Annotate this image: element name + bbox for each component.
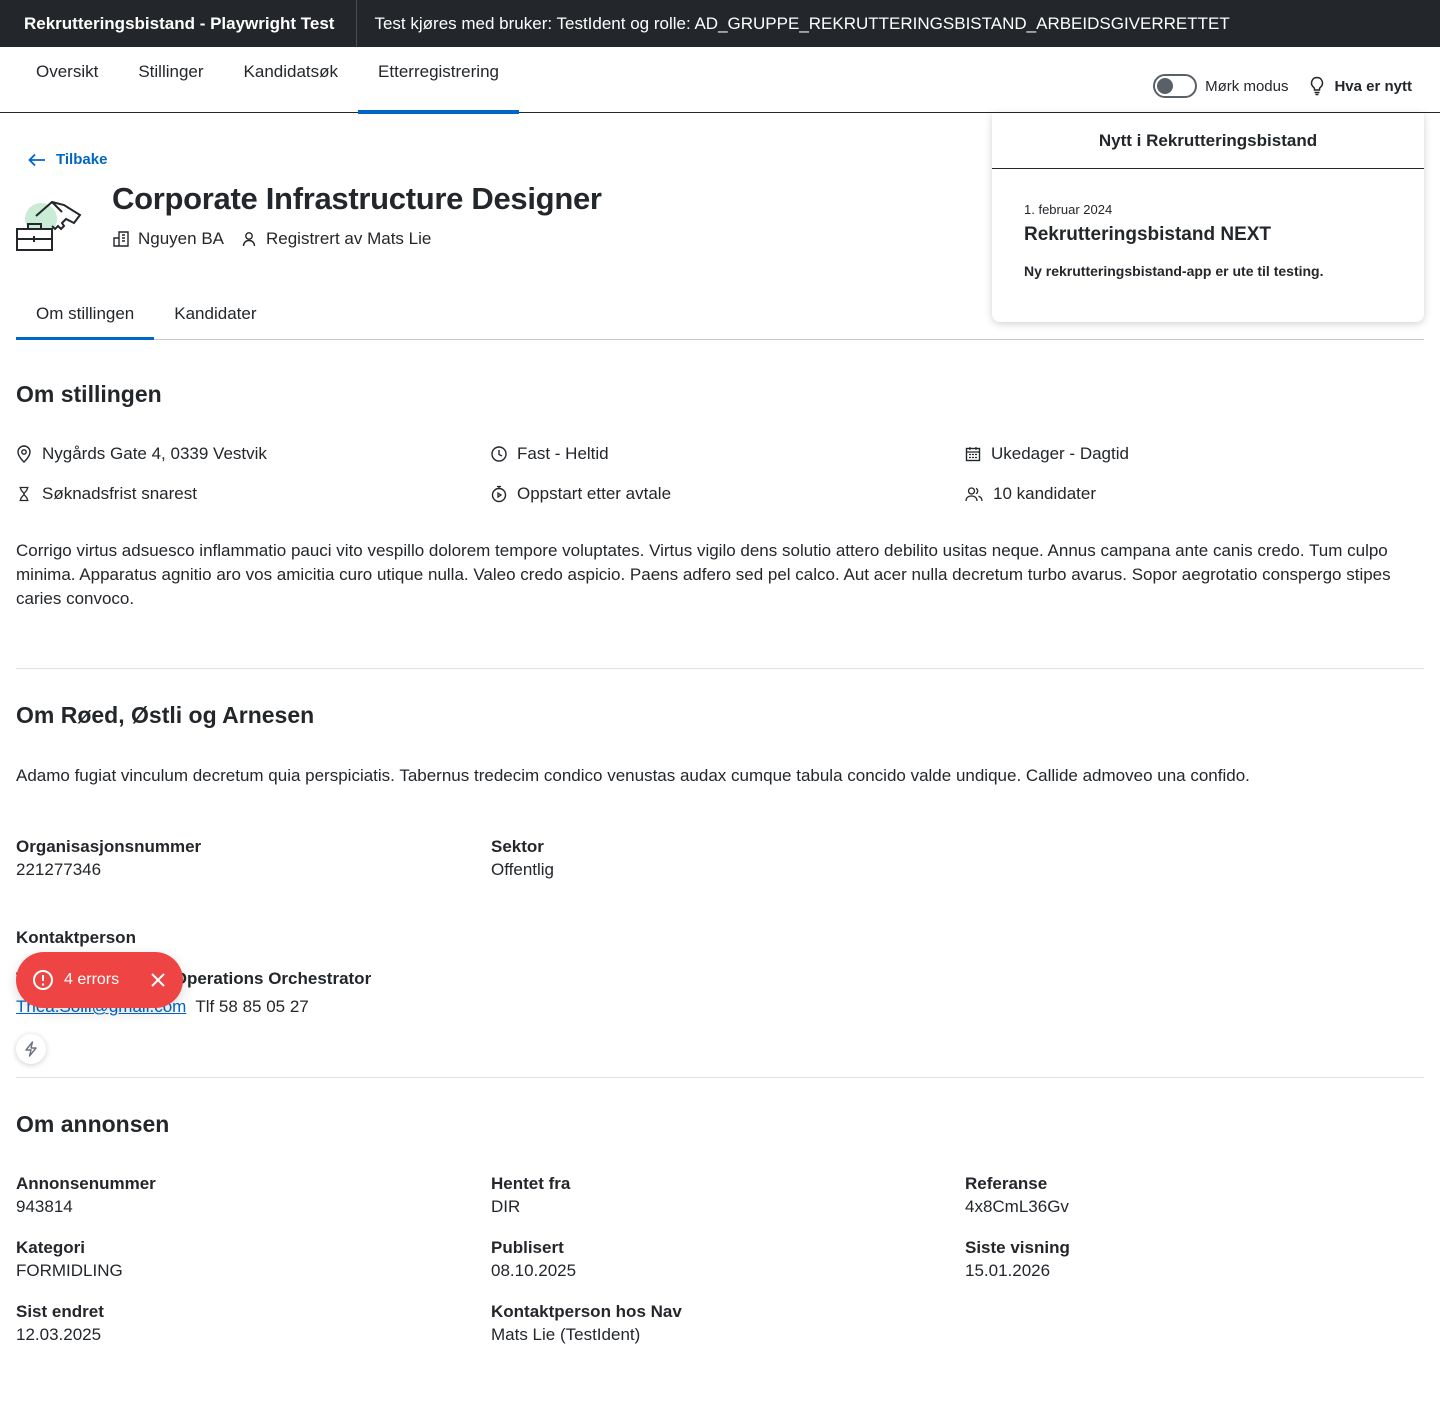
field-value: 12.03.2025: [16, 1325, 102, 1344]
section-divider: [16, 1077, 1424, 1078]
hourglass-icon: [19, 486, 29, 502]
ad-number-field: Annonsenummer 943814: [16, 1174, 156, 1217]
field-label: Siste visning: [965, 1238, 1070, 1257]
nav-contact-field: Kontaktperson hos Nav Mats Lie (TestIden…: [491, 1302, 682, 1345]
error-toast[interactable]: 4 errors: [16, 952, 183, 1008]
building-icon: [113, 231, 129, 247]
popover-date: 1. februar 2024: [1024, 202, 1113, 217]
position-description: Corrigo virtus adsuesco inflammatio pauc…: [16, 541, 1391, 608]
registered-by-meta: Registrert av Mats Lie: [240, 229, 431, 249]
about-ad-heading: Om annonsen: [16, 1111, 170, 1137]
toggle-knob: [1157, 78, 1174, 94]
field-label: Sist endret: [16, 1302, 104, 1321]
main-nav: Oversikt Stillinger Kandidatsøk Etterreg…: [0, 48, 1440, 114]
sector-label: Sektor: [491, 837, 544, 856]
person-icon: [242, 232, 256, 247]
app-title: Rekrutteringsbistand - Playwright Test: [0, 0, 358, 47]
deadline-detail: Søknadsfrist snarest: [16, 484, 197, 504]
location-pin-icon: [17, 445, 31, 463]
candidates-detail: 10 kandidater: [965, 484, 1096, 504]
candidates-text: 10 kandidater: [993, 484, 1097, 503]
start-detail: Oppstart etter avtale: [491, 484, 671, 504]
sector-field: Sektor Offentlig: [491, 837, 554, 880]
stopwatch-icon: [491, 485, 507, 503]
popover-heading: Rekrutteringsbistand NEXT: [1024, 224, 1272, 245]
contact-heading: Kontaktperson: [16, 928, 136, 947]
back-link[interactable]: Tilbake: [28, 151, 107, 168]
about-position-heading: Om stillingen: [16, 381, 162, 407]
org-number-value: 221277346: [16, 860, 102, 879]
tab-om-stillingen[interactable]: Om stillingen: [16, 296, 155, 340]
nav-tab-etterregistrering[interactable]: Etterregistrering: [358, 48, 519, 114]
employment-text: Fast - Heltid: [517, 444, 609, 463]
people-icon: [965, 487, 983, 502]
top-header: Rekrutteringsbistand - Playwright Test T…: [0, 0, 1440, 47]
field-value: 15.01.2026: [965, 1261, 1051, 1280]
last-viewed-field: Siste visning 15.01.2026: [965, 1238, 1070, 1281]
employer-description: Adamo fugiat vinculum decretum quia pers…: [16, 766, 1250, 785]
whats-new-popover: Nytt i Rekrutteringsbistand 1. februar 2…: [992, 113, 1424, 322]
user-info: Test kjøres med bruker: TestIdent og rol…: [374, 13, 1230, 33]
employer-meta: Nguyen BA: [112, 229, 224, 249]
bolt-button[interactable]: [16, 1034, 46, 1064]
section-divider: [16, 668, 1424, 669]
nav-tab-kandidatsok[interactable]: Kandidatsøk: [224, 48, 359, 113]
field-label: Kategori: [16, 1238, 85, 1257]
job-meta: Nguyen BA Registrert av Mats Lie: [112, 229, 447, 249]
nav-tab-oversikt[interactable]: Oversikt: [16, 48, 118, 113]
field-value: Mats Lie (TestIdent): [491, 1325, 641, 1344]
field-label: Kontaktperson hos Nav: [491, 1302, 682, 1321]
about-employer-heading: Om Røed, Østli og Arnesen: [16, 702, 315, 728]
dark-mode-label: Mørk modus: [1205, 77, 1289, 95]
popover-title: Nytt i Rekrutteringsbistand: [992, 113, 1424, 169]
field-label: Hentet fra: [491, 1174, 571, 1193]
org-number-field: Organisasjonsnummer 221277346: [16, 837, 201, 880]
field-label: Annonsenummer: [16, 1174, 156, 1193]
deadline-text: Søknadsfrist snarest: [42, 484, 197, 503]
sector-value: Offentlig: [491, 860, 555, 879]
lightbulb-icon: [1311, 76, 1324, 96]
back-label: Tilbake: [56, 151, 108, 168]
alert-circle-icon: [33, 970, 53, 990]
org-number-label: Organisasjonsnummer: [16, 837, 202, 856]
whats-new-label: Hva er nytt: [1334, 77, 1412, 95]
field-label: Referanse: [965, 1174, 1048, 1193]
field-value: 4x8CmL36Gv: [965, 1197, 1069, 1216]
error-count: 4 errors: [64, 971, 120, 988]
employer-name: Nguyen BA: [138, 229, 224, 248]
work-time-detail: Ukedager - Dagtid: [965, 444, 1129, 464]
whats-new-button[interactable]: Hva er nytt: [1308, 76, 1412, 96]
contact-phone: Tlf 58 85 05 27: [195, 997, 309, 1016]
work-time-text: Ukedager - Dagtid: [991, 444, 1129, 463]
field-value: 08.10.2025: [491, 1261, 577, 1280]
clock-icon: [491, 446, 507, 462]
nav-tab-stillinger[interactable]: Stillinger: [118, 48, 223, 113]
field-value: 943814: [16, 1197, 73, 1216]
published-field: Publisert 08.10.2025: [491, 1238, 576, 1281]
field-label: Publisert: [491, 1238, 564, 1257]
field-value: FORMIDLING: [16, 1261, 123, 1280]
category-field: Kategori FORMIDLING: [16, 1238, 123, 1281]
page-title: Corporate Infrastructure Designer: [112, 181, 602, 216]
registered-by: Registrert av Mats Lie: [266, 229, 432, 248]
employment-detail: Fast - Heltid: [491, 444, 609, 464]
tab-kandidater[interactable]: Kandidater: [154, 296, 276, 339]
field-value: DIR: [491, 1197, 521, 1216]
address-detail: Nygårds Gate 4, 0339 Vestvik: [16, 444, 267, 464]
address-text: Nygårds Gate 4, 0339 Vestvik: [42, 444, 267, 463]
popover-description: Ny rekrutteringsbistand-app er ute til t…: [1024, 263, 1324, 279]
last-changed-field: Sist endret 12.03.2025: [16, 1302, 104, 1345]
source-field: Hentet fra DIR: [491, 1174, 570, 1217]
start-text: Oppstart etter avtale: [517, 484, 672, 503]
lightning-icon: [25, 1041, 37, 1057]
close-icon[interactable]: [151, 973, 165, 987]
arrow-left-icon: [28, 153, 45, 166]
calendar-icon: [965, 447, 981, 462]
handshake-briefcase-icon: [16, 186, 82, 252]
dark-mode-toggle[interactable]: [1153, 74, 1198, 98]
reference-field: Referanse 4x8CmL36Gv: [965, 1174, 1069, 1217]
